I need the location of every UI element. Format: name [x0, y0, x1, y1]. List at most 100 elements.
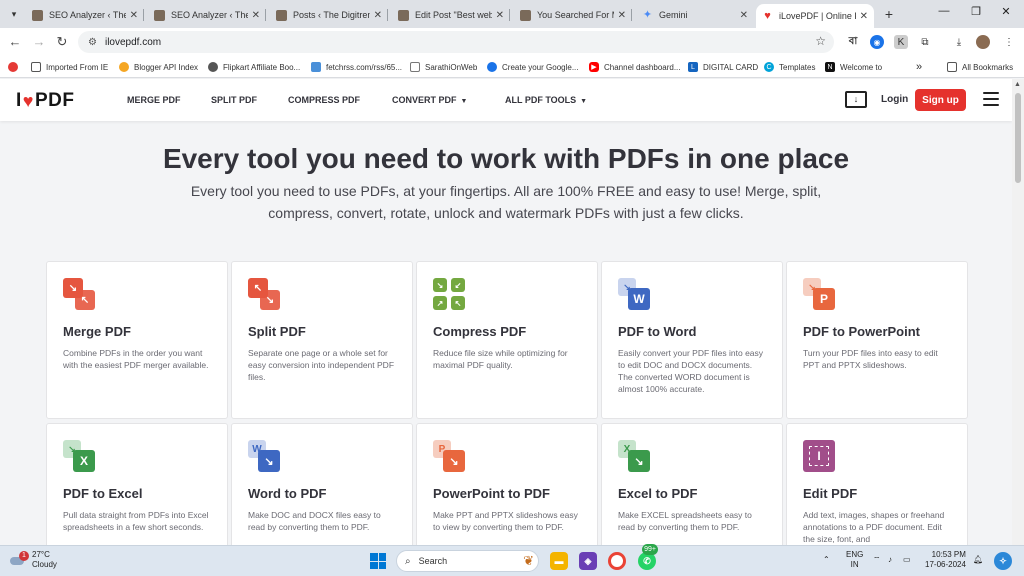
extension-circle-icon[interactable]: ◉ [870, 35, 884, 49]
close-icon[interactable]: ✕ [740, 10, 748, 21]
signup-button[interactable]: Sign up [915, 89, 966, 111]
desktop-download-icon[interactable]: ↓ [845, 91, 867, 108]
more-bookmarks-button[interactable]: » [916, 60, 922, 74]
nav-compress-pdf[interactable]: COMPRESS PDF [288, 95, 360, 105]
media-app-icon[interactable]: ◈ [579, 552, 597, 570]
new-tab-button[interactable]: + [881, 6, 897, 22]
tool-name: Split PDF [248, 324, 306, 339]
clock[interactable]: 10:53 PM 17-06-2024 [925, 550, 966, 570]
tool-description: Make EXCEL spreadsheets easy to read by … [618, 510, 752, 532]
tool-description: Make PPT and PPTX slideshows easy to vie… [433, 510, 578, 532]
scrollbar-thumb[interactable] [1015, 93, 1021, 183]
powerpoint-to-pdf-icon: P ↘ [433, 440, 465, 472]
page-scrollbar[interactable]: ▲ [1012, 79, 1024, 545]
browser-tab[interactable]: Posts ‹ The Digitrend ✕ [270, 4, 388, 26]
wifi-icon[interactable]: ⌔ [873, 555, 881, 565]
window-close-icon[interactable]: ✕ [998, 5, 1014, 18]
tab-title: SEO Analyzer ‹ The D [171, 10, 248, 20]
tool-card-compress-pdf[interactable]: ↘ ↙ ↗ ↖ Compress PDF Reduce file size wh… [416, 261, 598, 419]
bookmark-item[interactable]: SarathiOnWeb [410, 60, 477, 74]
bookmark-apps-icon[interactable] [8, 60, 23, 74]
browser-tab[interactable]: SEO Analyzer ‹ The D ✕ [26, 4, 144, 26]
tool-name: PowerPoint to PDF [433, 486, 550, 501]
bookmark-label: Flipkart Affiliate Boo... [223, 62, 301, 72]
close-icon[interactable]: ✕ [252, 10, 260, 21]
reload-icon[interactable]: ↻ [54, 34, 70, 50]
rss-icon [311, 62, 321, 72]
bookmark-item[interactable]: C Templates [764, 60, 815, 74]
profile-avatar[interactable] [976, 35, 990, 49]
tool-card-pdf-to-powerpoint[interactable]: ↘ P PDF to PowerPoint Turn your PDF file… [786, 261, 968, 419]
bookmark-item[interactable]: Blogger API Index [119, 60, 198, 74]
copilot-icon[interactable]: ✧ [994, 552, 1012, 570]
bookmark-label: Imported From IE [46, 62, 109, 72]
language-indicator[interactable]: ENG IN [846, 550, 863, 570]
bookmark-item[interactable]: L DIGITAL CARD [688, 60, 758, 74]
site-info-icon[interactable]: ⚙ [88, 37, 97, 48]
login-link[interactable]: Login [881, 94, 908, 105]
tray-overflow-icon[interactable]: ⌃ [823, 555, 830, 565]
whatsapp-badge: 99+ [642, 544, 658, 555]
download-icon[interactable]: ⤓ [952, 35, 966, 49]
bookmark-item[interactable]: Create your Google... [487, 60, 578, 74]
bookmark-item[interactable]: fetchrss.com/rss/65... [311, 60, 402, 74]
hamburger-menu-icon[interactable] [983, 92, 999, 106]
notification-bell-icon[interactable]: 🔔︎ [973, 555, 983, 565]
nav-split-pdf[interactable]: SPLIT PDF [211, 95, 257, 105]
tool-description: Add text, images, shapes or freehand ann… [803, 510, 945, 544]
minimize-icon[interactable]: — [936, 5, 952, 17]
browser-tab[interactable]: ✦ Gemini ✕ [636, 4, 754, 26]
battery-icon[interactable]: ▭ [903, 555, 911, 565]
close-icon[interactable]: ✕ [130, 10, 138, 21]
site-favicon-icon [276, 9, 287, 21]
volume-icon[interactable]: ♪ [888, 555, 892, 565]
back-icon[interactable]: ← [7, 34, 23, 49]
link-icon [119, 62, 129, 72]
tool-name: PDF to Excel [63, 486, 143, 501]
close-icon[interactable]: ✕ [374, 10, 382, 21]
notion-icon: N [825, 62, 835, 72]
address-bar[interactable]: ⚙ ilovepdf.com ☆ [78, 31, 834, 53]
windows-start-icon[interactable] [370, 553, 386, 569]
taskbar-search[interactable]: ⌕ Search ❦ [396, 550, 539, 572]
bookmark-item[interactable]: ▶ Channel dashboard... [589, 60, 681, 74]
tab-search-chevron-icon[interactable]: ▾ [6, 6, 22, 22]
browser-menu-icon[interactable]: ⋮ [1002, 35, 1016, 49]
apps-icon [8, 62, 18, 72]
forward-icon[interactable]: → [31, 34, 47, 49]
scroll-up-icon[interactable]: ▲ [1014, 81, 1021, 88]
browser-tab[interactable]: You Searched For Mi ✕ [514, 4, 632, 26]
bookmark-item[interactable]: Imported From IE [31, 60, 108, 74]
extension-k-icon[interactable]: K [894, 35, 908, 49]
bookmark-item[interactable]: N Welcome to [825, 60, 882, 74]
close-icon[interactable]: ✕ [860, 11, 868, 22]
nav-convert-pdf[interactable]: CONVERT PDF ▼ [392, 95, 467, 105]
chrome-icon[interactable] [608, 552, 626, 570]
browser-tab[interactable]: Edit Post "Best websi ✕ [392, 4, 510, 26]
word-to-pdf-icon: W ↘ [248, 440, 280, 472]
logo-text-left: I [16, 90, 22, 111]
tool-card-pdf-to-word[interactable]: ↘ W PDF to Word Easily convert your PDF … [601, 261, 783, 419]
browser-tab[interactable]: SEO Analyzer ‹ The D ✕ [148, 4, 266, 26]
close-icon[interactable]: ✕ [496, 10, 504, 21]
restore-icon[interactable]: ❐ [968, 5, 984, 18]
weather-widget[interactable]: 1 27°C Cloudy [10, 550, 57, 570]
close-icon[interactable]: ✕ [618, 10, 626, 21]
pdf-to-powerpoint-icon: ↘ P [803, 278, 835, 310]
bangla-extension-icon[interactable]: বা [846, 35, 860, 49]
tool-card-split-pdf[interactable]: ↖ ↘ Split PDF Separate one page or a who… [231, 261, 413, 419]
nav-all-pdf-tools[interactable]: ALL PDF TOOLS ▼ [505, 95, 587, 105]
browser-tab-active[interactable]: ♥ iLovePDF | Online PD ✕ [756, 4, 874, 28]
search-highlight-icon: ❦ [523, 553, 534, 568]
file-explorer-icon[interactable]: ▬ [550, 552, 568, 570]
bookmark-item[interactable]: Flipkart Affiliate Boo... [208, 60, 300, 74]
ilovepdf-logo[interactable]: I ♥ PDF [16, 90, 74, 112]
extensions-puzzle-icon[interactable]: ⧉ [918, 35, 932, 49]
temperature: 27°C [32, 550, 50, 559]
bookmark-star-icon[interactable]: ☆ [815, 34, 826, 48]
clock-time: 10:53 PM [931, 550, 966, 559]
nav-merge-pdf[interactable]: MERGE PDF [127, 95, 181, 105]
all-bookmarks-button[interactable]: All Bookmarks [947, 60, 1013, 74]
tool-card-merge-pdf[interactable]: ↘ ↖ Merge PDF Combine PDFs in the order … [46, 261, 228, 419]
search-placeholder: Search [418, 556, 448, 566]
